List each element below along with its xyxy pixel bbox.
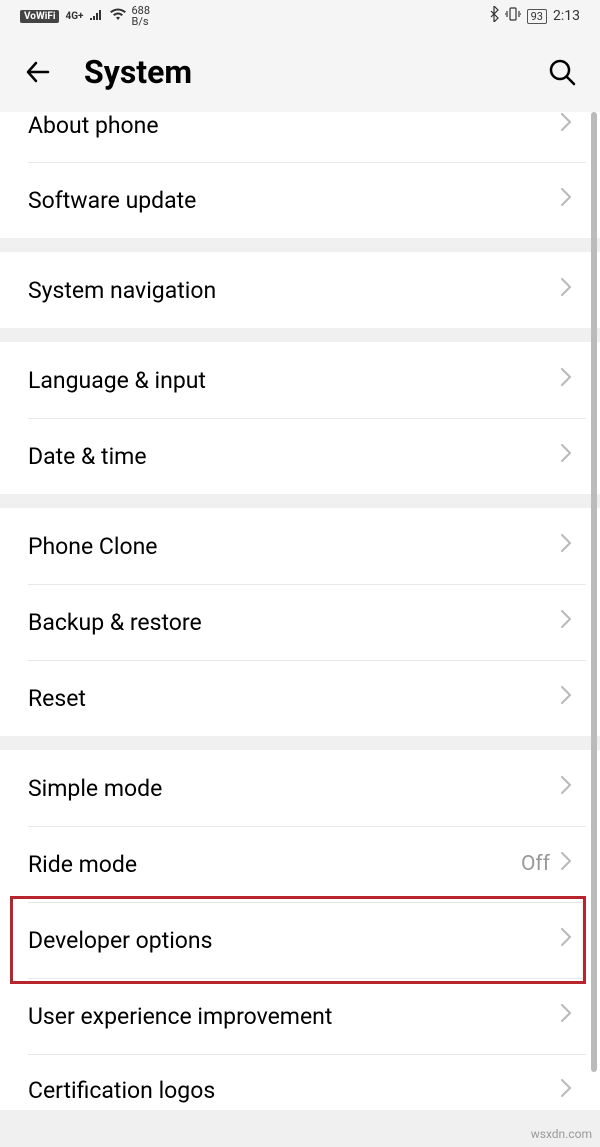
back-arrow-icon: [22, 56, 54, 88]
row-phone-clone[interactable]: Phone Clone: [0, 508, 600, 584]
row-right: [560, 609, 572, 635]
settings-section: Simple mode Ride mode Off Developer options…: [0, 750, 600, 1110]
chevron-right-icon: [560, 851, 572, 877]
network-type: 4G+: [65, 11, 83, 22]
chevron-right-icon: [560, 775, 572, 801]
chevron-right-icon: [560, 533, 572, 559]
row-value: Off: [521, 852, 550, 876]
row-about-phone[interactable]: About phone: [0, 112, 600, 162]
status-right: 93 2:13: [489, 6, 580, 26]
row-user-experience-improvement[interactable]: User experience improvement: [0, 978, 600, 1054]
chevron-right-icon: [560, 1003, 572, 1029]
chevron-right-icon: [560, 367, 572, 393]
row-right: [560, 277, 572, 303]
row-ride-mode[interactable]: Ride mode Off: [0, 826, 600, 902]
battery-indicator: 93: [527, 9, 547, 24]
time-indicator: 2:13: [553, 8, 580, 24]
search-button[interactable]: [544, 54, 580, 90]
status-left: VoWiFi 4G+ 688B/s: [20, 5, 150, 27]
row-label: Reset: [28, 685, 86, 712]
chevron-right-icon: [560, 112, 572, 138]
chevron-right-icon: [560, 187, 572, 213]
row-label: Certification logos: [28, 1077, 215, 1104]
row-label: Date & time: [28, 443, 147, 470]
signal-icon: [90, 8, 104, 24]
settings-section: Phone Clone Backup & restore Reset: [0, 508, 600, 736]
content: About phone Software update System navigat…: [0, 112, 600, 1110]
row-label: Software update: [28, 187, 196, 214]
page-title: System: [84, 53, 516, 91]
search-icon: [546, 56, 578, 88]
row-simple-mode[interactable]: Simple mode: [0, 750, 600, 826]
watermark: wsxdn.com: [531, 1127, 592, 1141]
row-label: About phone: [28, 112, 159, 139]
row-label: User experience improvement: [28, 1003, 332, 1030]
row-right: [560, 112, 572, 138]
row-right: Off: [521, 851, 572, 877]
settings-section: Language & input Date & time: [0, 342, 600, 494]
row-right: [560, 927, 572, 953]
row-right: [560, 1078, 572, 1104]
chevron-right-icon: [560, 609, 572, 635]
row-right: [560, 533, 572, 559]
vibrate-icon: [505, 7, 521, 25]
row-developer-options[interactable]: Developer options: [0, 902, 600, 978]
status-bar: VoWiFi 4G+ 688B/s 93 2:13: [0, 0, 600, 32]
settings-section: System navigation: [0, 252, 600, 328]
row-right: [560, 367, 572, 393]
row-language-input[interactable]: Language & input: [0, 342, 600, 418]
row-system-navigation[interactable]: System navigation: [0, 252, 600, 328]
row-certification-logos[interactable]: Certification logos: [0, 1054, 600, 1110]
row-right: [560, 443, 572, 469]
chevron-right-icon: [560, 685, 572, 711]
vowifi-badge: VoWiFi: [20, 10, 59, 23]
settings-section: About phone Software update: [0, 112, 600, 238]
row-label: Ride mode: [28, 851, 137, 878]
row-right: [560, 775, 572, 801]
back-button[interactable]: [20, 54, 56, 90]
row-right: [560, 685, 572, 711]
row-right: [560, 1003, 572, 1029]
row-date-time[interactable]: Date & time: [0, 418, 600, 494]
row-label: Simple mode: [28, 775, 162, 802]
row-label: Phone Clone: [28, 533, 157, 560]
row-label: System navigation: [28, 277, 216, 304]
row-backup-restore[interactable]: Backup & restore: [0, 584, 600, 660]
bluetooth-icon: [489, 6, 499, 26]
wifi-icon: [110, 8, 126, 24]
row-software-update[interactable]: Software update: [0, 162, 600, 238]
row-label: Language & input: [28, 367, 206, 394]
chevron-right-icon: [560, 1078, 572, 1104]
row-reset[interactable]: Reset: [0, 660, 600, 736]
row-right: [560, 187, 572, 213]
chevron-right-icon: [560, 277, 572, 303]
chevron-right-icon: [560, 927, 572, 953]
row-label: Developer options: [28, 927, 213, 954]
row-label: Backup & restore: [28, 609, 202, 636]
chevron-right-icon: [560, 443, 572, 469]
header: System: [0, 32, 600, 112]
speed-indicator: 688B/s: [132, 5, 151, 27]
